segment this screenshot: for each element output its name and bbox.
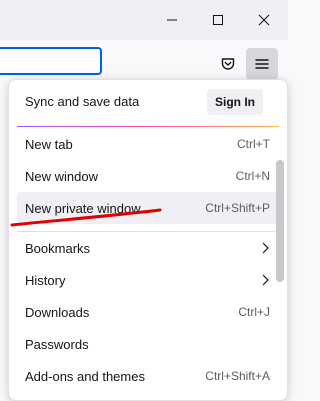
red-underline-annotation [10, 208, 162, 227]
